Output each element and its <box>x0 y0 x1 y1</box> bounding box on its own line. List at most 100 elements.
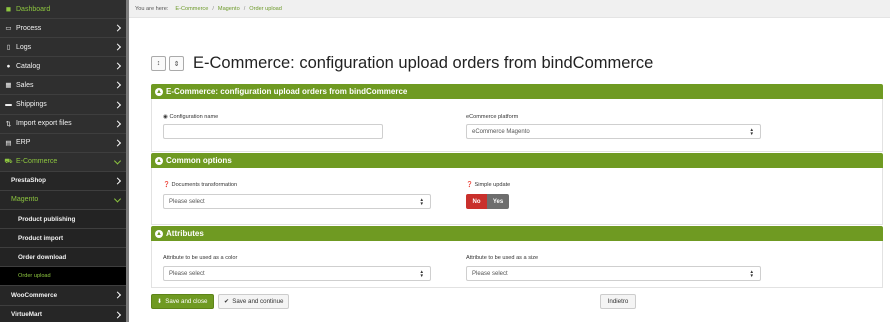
sidebar-item-label: Dashboard <box>16 5 51 13</box>
sidebar-item-sales[interactable]: ▦ Sales <box>0 76 126 96</box>
sidebar-scrollbar[interactable] <box>126 0 129 322</box>
breadcrumb-link-order-upload[interactable]: Order upload <box>249 6 282 12</box>
sidebar-item-label: Shippings <box>16 101 47 109</box>
back-button[interactable]: Indietro <box>600 294 636 309</box>
sidebar-item-label: Product publishing <box>18 215 76 223</box>
sidebar-item-magento[interactable]: Magento <box>0 190 126 211</box>
simple-update-yes-button[interactable]: Yes <box>487 194 509 209</box>
sidebar-item-erp[interactable]: ▤ ERP <box>0 134 126 153</box>
sidebar-item-dashboard[interactable]: ◼ Dashboard <box>0 0 126 20</box>
documents-transformation-label: ❓ Documents transformation <box>163 182 238 188</box>
chart-icon: ▦ <box>5 82 12 90</box>
file-icon: ▯ <box>6 44 11 52</box>
globe-icon: ● <box>6 62 11 70</box>
expand-vertical-button[interactable]: ⇕ <box>169 56 184 71</box>
save-and-continue-button[interactable]: ✔ Save and continue <box>218 294 290 309</box>
panel-config-header[interactable]: ▲ E-Commerce: configuration upload order… <box>151 84 883 99</box>
sidebar-item-label: Logs <box>16 43 32 51</box>
question-circle-icon: ❓ <box>163 182 170 188</box>
page-header: ↕ ⇕ E-Commerce: configuration upload ord… <box>151 54 653 73</box>
configuration-name-input[interactable] <box>163 124 383 139</box>
simple-update-no-button[interactable]: No <box>466 194 487 209</box>
chevron-right-icon <box>113 62 122 70</box>
breadcrumb-link-ecommerce[interactable]: E-Commerce <box>175 6 208 12</box>
download-icon: ⬇ <box>157 298 163 305</box>
sidebar-item-label: VirtueMart <box>11 311 43 319</box>
chevron-right-icon <box>113 177 122 185</box>
upload-icon: ⇅ <box>5 120 12 128</box>
sidebar-item-label: Sales <box>16 81 34 89</box>
panel-common-header[interactable]: ▲ Common options <box>151 153 883 168</box>
chevron-down-icon <box>113 195 122 203</box>
sidebar-item-shippings[interactable]: ▬ Shippings <box>0 95 126 115</box>
sidebar-item-label: Product import <box>18 234 64 242</box>
collapse-circle-icon: ▲ <box>155 87 163 96</box>
panel-config-body: ◉ Configuration name eCommerce platform … <box>151 99 883 152</box>
check-circle-icon: ✔ <box>224 298 230 305</box>
sidebar: ◼ Dashboard ▭ Process ▯ Logs ● Catalog ▦… <box>0 0 126 322</box>
sidebar-item-product-publishing[interactable]: Product publishing <box>0 210 126 230</box>
collapse-circle-icon: ▲ <box>155 156 163 165</box>
select-arrows-icon: ▲ ▼ <box>419 269 424 278</box>
sidebar-item-process[interactable]: ▭ Process <box>0 19 126 39</box>
breadcrumb-separator: / <box>243 5 246 12</box>
sidebar-item-prestashop[interactable]: PrestaShop <box>0 171 126 191</box>
sidebar-item-virtuemart[interactable]: VirtueMart <box>0 305 126 322</box>
sidebar-item-ecommerce[interactable]: ⛟ E-Commerce <box>0 153 126 172</box>
chevron-right-icon <box>113 100 122 109</box>
chevron-right-icon <box>113 43 122 51</box>
size-attribute-select[interactable]: Please select ▲ ▼ <box>466 266 761 281</box>
documents-transformation-select[interactable]: Please select ▲ ▼ <box>163 194 431 209</box>
chevron-right-icon <box>113 311 122 319</box>
sidebar-item-label: Order download <box>18 253 67 261</box>
chevron-right-icon <box>113 24 122 32</box>
truck-icon: ▬ <box>5 101 12 109</box>
sort-vertical-button[interactable]: ↕ <box>151 56 166 71</box>
sidebar-item-label: Magento <box>11 196 39 204</box>
sidebar-item-label: ERP <box>16 139 31 147</box>
question-circle-icon: ❓ <box>466 182 473 188</box>
sidebar-item-order-download[interactable]: Order download <box>0 248 126 268</box>
collapse-circle-icon: ▲ <box>155 229 163 238</box>
sidebar-item-order-upload[interactable]: Order upload <box>0 267 126 287</box>
breadcrumb-link-magento[interactable]: Magento <box>218 6 240 12</box>
server-icon: ▤ <box>5 139 12 147</box>
chevron-right-icon <box>113 81 122 89</box>
size-attribute-label: Attribute to be used as a size <box>466 255 539 261</box>
sidebar-item-product-import[interactable]: Product import <box>0 229 126 249</box>
chevron-right-icon <box>113 120 122 128</box>
select-arrows-icon: ▲ ▼ <box>749 269 754 278</box>
page-title: E-Commerce: configuration upload orders … <box>193 54 654 72</box>
color-attribute-select[interactable]: Please select ▲ ▼ <box>163 266 431 281</box>
sidebar-item-label: Catalog <box>16 62 41 70</box>
eye-icon: ◉ <box>163 114 168 120</box>
sidebar-item-woocommerce[interactable]: WooCommerce <box>0 286 126 306</box>
simple-update-label: ❓ Simple update <box>466 182 511 188</box>
select-arrows-icon: ▲ ▼ <box>749 127 754 136</box>
simple-update-toggle: No Yes <box>466 194 509 209</box>
sidebar-item-catalog[interactable]: ● Catalog <box>0 57 126 77</box>
cart-icon: ⛟ <box>4 158 13 166</box>
breadcrumb-prefix: You are here: <box>135 5 169 12</box>
sidebar-item-import-export[interactable]: ⇅ Import export files <box>0 115 126 134</box>
panel-attributes-body: Attribute to be used as a color Please s… <box>151 241 883 288</box>
chevron-down-icon <box>113 157 122 165</box>
ecommerce-platform-select[interactable]: eCommerce Magento ▲ ▼ <box>466 124 761 139</box>
dashboard-icon: ◼ <box>5 6 12 14</box>
sidebar-item-label: PrestaShop <box>11 177 46 185</box>
sidebar-item-logs[interactable]: ▯ Logs <box>0 38 126 58</box>
chevron-right-icon <box>113 139 122 147</box>
sidebar-item-label: WooCommerce <box>11 291 58 299</box>
arrows-vertical-icon: ↕ <box>156 60 161 67</box>
color-attribute-label: Attribute to be used as a color <box>163 255 238 261</box>
panel-attributes-header[interactable]: ▲ Attributes <box>151 226 883 241</box>
sidebar-item-label: Order upload <box>18 273 51 280</box>
sidebar-item-label: Process <box>16 24 42 32</box>
configuration-name-label: ◉ Configuration name <box>163 114 219 120</box>
folder-icon: ▭ <box>5 25 12 33</box>
sidebar-item-label: E-Commerce <box>16 158 58 166</box>
select-arrows-icon: ▲ ▼ <box>419 197 424 206</box>
save-and-close-button[interactable]: ⬇ Save and close <box>151 294 214 309</box>
chevron-right-icon <box>113 291 122 299</box>
panel-common-title: Common options <box>166 156 232 165</box>
